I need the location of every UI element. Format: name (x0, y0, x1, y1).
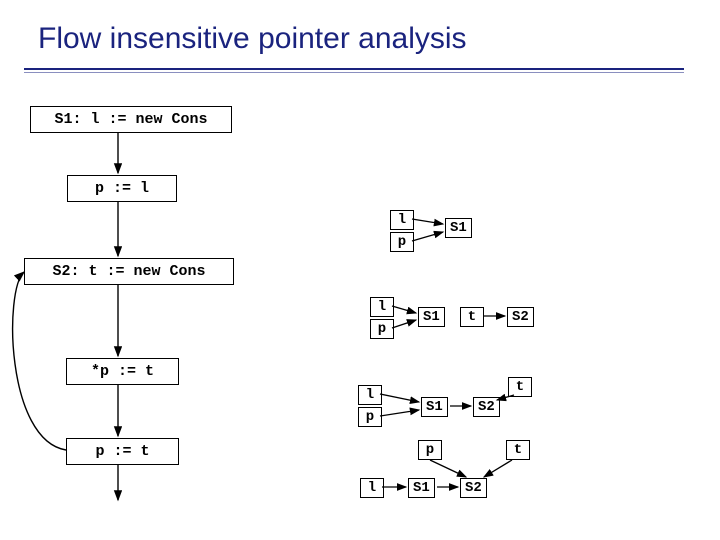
ptr4-s2: S2 (460, 478, 487, 498)
ptr4-s1: S1 (408, 478, 435, 498)
ptr1-s1: S1 (445, 218, 472, 238)
ptr3-s1: S1 (421, 397, 448, 417)
ptr4-t: t (506, 440, 530, 460)
ptr2-p: p (370, 319, 394, 339)
ptr2-l: l (370, 297, 394, 317)
code-box-s1: S1: l := new Cons (30, 106, 232, 133)
title-divider (24, 68, 684, 73)
ptr2-t: t (460, 307, 484, 327)
ptr1-l: l (390, 210, 414, 230)
ptr3-t: t (508, 377, 532, 397)
ptr3-l: l (358, 385, 382, 405)
page-title: Flow insensitive pointer analysis (38, 22, 467, 56)
ptr1-p: p (390, 232, 414, 252)
code-box-s5: p := t (66, 438, 179, 465)
code-box-s4: *p := t (66, 358, 179, 385)
code-box-s2: p := l (67, 175, 177, 202)
ptr3-p: p (358, 407, 382, 427)
ptr4-l: l (360, 478, 384, 498)
code-box-s3: S2: t := new Cons (24, 258, 234, 285)
ptr2-s1: S1 (418, 307, 445, 327)
ptr2-s2: S2 (507, 307, 534, 327)
ptr4-p: p (418, 440, 442, 460)
ptr3-s2: S2 (473, 397, 500, 417)
